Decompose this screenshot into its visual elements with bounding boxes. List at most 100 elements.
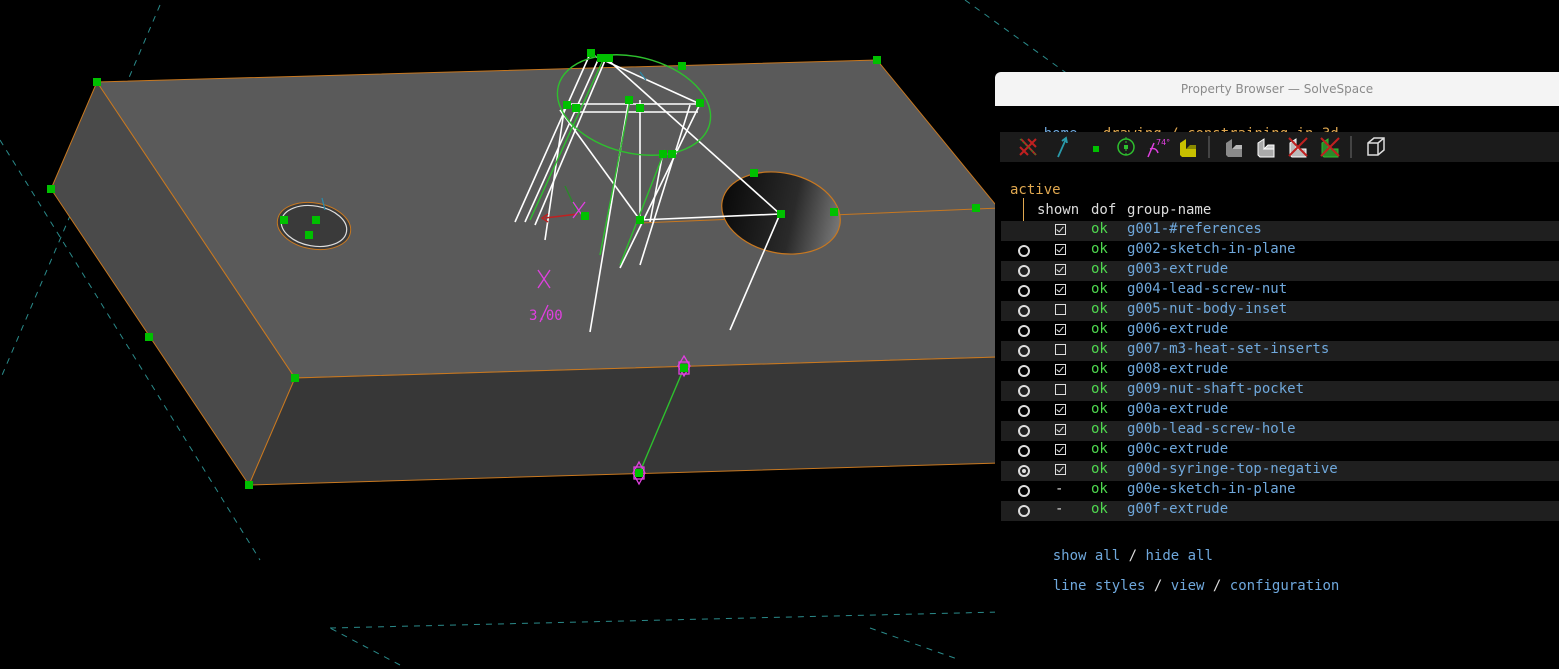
shown-checkbox[interactable] <box>1055 324 1066 335</box>
active-radio[interactable] <box>1018 245 1030 257</box>
active-radio[interactable] <box>1018 385 1030 397</box>
group-row[interactable]: ok g006-extrude <box>1001 321 1559 341</box>
shown-checkbox[interactable] <box>1055 364 1066 375</box>
group-row[interactable]: - ok g00f-extrude <box>1001 501 1559 521</box>
dof-status: ok <box>1091 301 1108 317</box>
dof-status: ok <box>1091 461 1108 477</box>
property-browser-window: Property Browser — SolveSpace home drawi… <box>995 72 1559 669</box>
dof-status: ok <box>1091 361 1108 377</box>
view-link[interactable]: view <box>1171 578 1205 594</box>
shown-unavailable: - <box>1055 481 1064 497</box>
shown-checkbox[interactable] <box>1055 464 1066 475</box>
body-front-face[interactable] <box>248 356 1001 486</box>
active-header: active <box>1010 182 1061 198</box>
shown-checkbox[interactable] <box>1055 304 1066 315</box>
group-name-link[interactable]: g002-sketch-in-plane <box>1127 241 1296 257</box>
group-row[interactable]: - ok g00e-sketch-in-plane <box>1001 481 1559 501</box>
group-row[interactable]: ok g007-m3-heat-set-inserts <box>1001 341 1559 361</box>
group-row[interactable]: ok g002-sketch-in-plane <box>1001 241 1559 261</box>
active-radio[interactable] <box>1018 505 1030 517</box>
active-radio[interactable] <box>1018 405 1030 417</box>
active-radio[interactable] <box>1018 325 1030 337</box>
group-name-link[interactable]: g006-extrude <box>1127 321 1228 337</box>
shown-checkbox[interactable] <box>1055 444 1066 455</box>
active-radio[interactable] <box>1018 345 1030 357</box>
shown-checkbox[interactable] <box>1055 424 1066 435</box>
group-name-link[interactable]: g007-m3-heat-set-inserts <box>1127 341 1329 357</box>
dof-status: ok <box>1091 341 1108 357</box>
group-row[interactable]: ok g005-nut-body-inset <box>1001 301 1559 321</box>
hidden-lines-icon[interactable] <box>1286 135 1310 159</box>
group-name-link[interactable]: g00a-extrude <box>1127 401 1228 417</box>
active-radio[interactable] <box>1018 465 1030 477</box>
view-toolbar: 74° <box>1000 132 1559 162</box>
solid-outline-icon[interactable] <box>1254 135 1278 159</box>
group-name-link[interactable]: g00c-extrude <box>1127 441 1228 457</box>
active-radio[interactable] <box>1018 305 1030 317</box>
dof-status: ok <box>1091 281 1108 297</box>
group-name-link[interactable]: g009-nut-shaft-pocket <box>1127 381 1304 397</box>
group-name-link[interactable]: g005-nut-body-inset <box>1127 301 1287 317</box>
group-row[interactable]: ok g00a-extrude <box>1001 401 1559 421</box>
svg-text:74°: 74° <box>1156 138 1170 147</box>
dof-status: ok <box>1091 421 1108 437</box>
group-name-link[interactable]: g004-lead-screw-nut <box>1127 281 1287 297</box>
line-styles-link[interactable]: line styles <box>1053 578 1146 594</box>
perspective-icon[interactable] <box>1364 135 1388 159</box>
configuration-link[interactable]: configuration <box>1230 578 1340 594</box>
point-icon[interactable] <box>1084 135 1108 159</box>
shown-checkbox[interactable] <box>1055 404 1066 415</box>
dof-status: ok <box>1091 501 1108 517</box>
window-title: Property Browser — SolveSpace <box>1180 82 1374 96</box>
window-titlebar[interactable]: Property Browser — SolveSpace <box>995 72 1559 106</box>
dof-status: ok <box>1091 321 1108 337</box>
active-radio[interactable] <box>1018 445 1030 457</box>
shown-checkbox[interactable] <box>1055 264 1066 275</box>
workplane-icon[interactable] <box>1114 135 1138 159</box>
outline-icon[interactable] <box>1318 135 1342 159</box>
group-name-header: group-name <box>1127 202 1212 218</box>
group-name-link[interactable]: g00f-extrude <box>1127 501 1228 517</box>
group-name-link[interactable]: g00d-syringe-top-negative <box>1127 461 1338 477</box>
construction-toggle-icon[interactable] <box>1016 135 1040 159</box>
group-name-link[interactable]: g003-extrude <box>1127 261 1228 277</box>
dof-status: ok <box>1091 241 1108 257</box>
group-name-link[interactable]: g001-#references <box>1127 221 1262 237</box>
solid-body[interactable] <box>50 59 1001 487</box>
shown-checkbox[interactable] <box>1055 284 1066 295</box>
settings-links: line styles / view / configuration <box>1052 578 1340 594</box>
active-radio[interactable] <box>1018 425 1030 437</box>
dof-status: ok <box>1091 221 1108 237</box>
solid-shaded-icon[interactable] <box>1222 135 1246 159</box>
dof-header: dof <box>1091 202 1117 218</box>
active-radio[interactable] <box>1018 485 1030 497</box>
group-row[interactable]: ok g009-nut-shaft-pocket <box>1001 381 1559 401</box>
group-row[interactable]: ok g008-extrude <box>1001 361 1559 381</box>
group-row[interactable]: ok g003-extrude <box>1001 261 1559 281</box>
group-row[interactable]: ok g00c-extrude <box>1001 441 1559 461</box>
dof-status: ok <box>1091 401 1108 417</box>
normal-vector-icon[interactable] <box>1050 135 1074 159</box>
dof-status: ok <box>1091 261 1108 277</box>
dimension-label[interactable]: 3.00 <box>529 308 563 324</box>
face-icon[interactable] <box>1176 135 1200 159</box>
shown-checkbox[interactable] <box>1055 244 1066 255</box>
group-row[interactable]: ok g004-lead-screw-nut <box>1001 281 1559 301</box>
dof-status: ok <box>1091 481 1108 497</box>
active-radio[interactable] <box>1018 265 1030 277</box>
active-radio[interactable] <box>1018 285 1030 297</box>
angle-icon[interactable]: 74° <box>1146 135 1170 159</box>
dof-status: ok <box>1091 441 1108 457</box>
dof-status: ok <box>1091 381 1108 397</box>
active-radio[interactable] <box>1018 365 1030 377</box>
group-name-link[interactable]: g008-extrude <box>1127 361 1228 377</box>
group-name-link[interactable]: g00e-sketch-in-plane <box>1127 481 1296 497</box>
group-row[interactable]: ok g00b-lead-screw-hole <box>1001 421 1559 441</box>
group-row[interactable]: ok g001-#references <box>1001 221 1559 241</box>
shown-header: shown <box>1037 202 1080 218</box>
group-name-link[interactable]: g00b-lead-screw-hole <box>1127 421 1296 437</box>
shown-checkbox[interactable] <box>1055 224 1066 235</box>
shown-checkbox[interactable] <box>1055 384 1066 395</box>
group-row[interactable]: ok g00d-syringe-top-negative <box>1001 461 1559 481</box>
shown-checkbox[interactable] <box>1055 344 1066 355</box>
